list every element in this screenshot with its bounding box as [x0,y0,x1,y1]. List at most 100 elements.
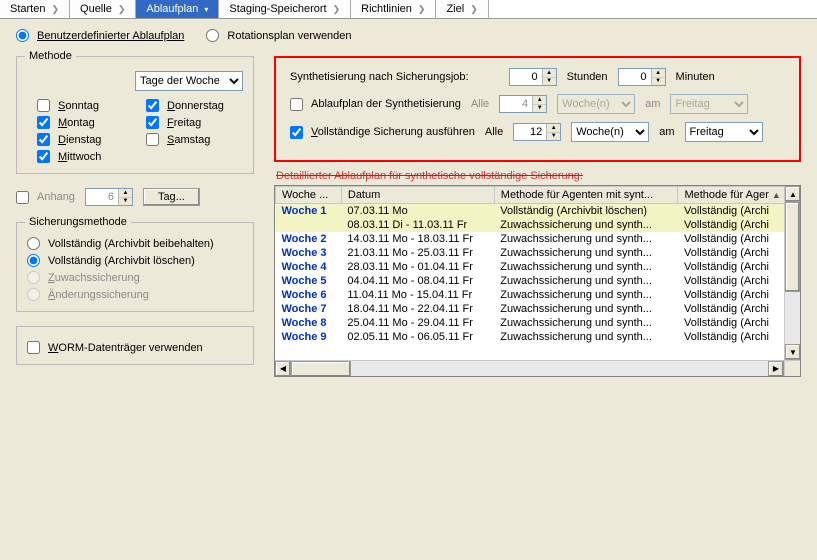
radio-full-delete[interactable]: Vollständig (Archivbit löschen) [27,254,243,267]
am-label: am [659,126,674,138]
tag-button[interactable]: Tag... [143,188,200,206]
spin-down-icon[interactable]: ▼ [543,78,556,86]
wizard-tabs: Starten ❯ Quelle❯ Ablaufplan▾ Staging-Spe… [0,0,817,19]
hours-spinner[interactable]: ▲▼ [509,68,557,86]
table-row[interactable]: Woche 825.04.11 Mo - 29.04.11 FrZuwachss… [276,316,800,330]
check-donnerstag[interactable]: Donnerstag [146,99,243,112]
full-num-input[interactable] [514,124,546,140]
scroll-down-icon[interactable]: ▼ [785,344,801,360]
radio-label: Vollständig (Archivbit löschen) [48,255,195,267]
cell-week [276,218,342,232]
radio-custom-input[interactable] [16,29,29,42]
cell-date: 28.03.11 Mo - 01.04.11 Fr [341,260,494,274]
check-synth-plan[interactable]: Ablaufplan der Synthetisierung [290,98,461,111]
tab-label: Starten [10,3,45,15]
chevron-right-icon: ❯ [470,4,478,15]
minutes-label: Minuten [676,71,715,83]
day-label: ienstag [66,134,101,146]
vertical-scrollbar[interactable]: ▲ ▼ [784,186,800,360]
hours-label: Stunden [567,71,608,83]
chevron-right-icon: ❯ [118,4,126,15]
spin-down-icon[interactable]: ▼ [119,198,132,206]
table-row[interactable]: Woche 214.03.11 Mo - 18.03.11 FrZuwachss… [276,232,800,246]
check-freitag[interactable]: Freitag [146,116,243,129]
cell-week: Woche 8 [276,316,342,330]
full-unit-select[interactable]: Woche(n) [571,122,649,142]
check-mittwoch[interactable]: Mittwoch [37,150,134,163]
anhang-label: Anhang [37,191,75,203]
cell-date: 02.05.11 Mo - 06.05.11 Fr [341,330,494,344]
plan-day-select: Freitag [670,94,748,114]
horizontal-scrollbar[interactable]: ◀ ▶ [275,360,784,376]
check-sonntag[interactable]: Sonntag [37,99,134,112]
cell-week: Woche 1 [276,204,342,219]
col-method-agent[interactable]: Methode für Ager▲ [678,187,800,204]
cell-method-synth: Vollständig (Archivbit löschen) [494,204,678,219]
radio-custom-schedule[interactable]: Benutzerdefinierter Ablaufplan [16,29,184,42]
col-date[interactable]: Datum [341,187,494,204]
scroll-thumb[interactable] [291,361,351,377]
scroll-left-icon[interactable]: ◀ [275,361,291,377]
spin-down-icon[interactable]: ▼ [547,133,560,141]
method-dropdown[interactable]: Tage der Woche [135,71,243,91]
cell-method-synth: Zuwachssicherung und synth... [494,288,678,302]
tab-staging[interactable]: Staging-Speicherort❯ [219,0,351,18]
check-dienstag[interactable]: Dienstag [37,133,134,146]
radio-rotation-input[interactable] [206,29,219,42]
col-week[interactable]: Woche ... [276,187,342,204]
check-anhang[interactable]: Anhang [16,191,75,204]
cell-date: 21.03.11 Mo - 25.03.11 Fr [341,246,494,260]
tab-ziel[interactable]: Ziel ❯ [436,0,488,18]
table-row[interactable]: Woche 611.04.11 Mo - 15.04.11 FrZuwachss… [276,288,800,302]
synth-highlight-box: Synthetisierung nach Sicherungsjob: ▲▼ S… [274,56,801,162]
table-row[interactable]: Woche 321.03.11 Mo - 25.03.11 FrZuwachss… [276,246,800,260]
col-method-synth[interactable]: Methode für Agenten mit synt... [494,187,678,204]
full-num-spinner[interactable]: ▲▼ [513,123,561,141]
synth-after-job-label: Synthetisierung nach Sicherungsjob: [290,71,469,83]
table-row[interactable]: Woche 902.05.11 Mo - 06.05.11 FrZuwachss… [276,330,800,344]
table-row[interactable]: Woche 107.03.11 MoVollständig (Archivbit… [276,204,800,219]
cell-week: Woche 9 [276,330,342,344]
chevron-right-icon: ❯ [51,4,59,15]
tab-quelle[interactable]: Quelle❯ [70,0,136,18]
table-row[interactable]: Woche 428.03.11 Mo - 01.04.11 FrZuwachss… [276,260,800,274]
cell-method-agent: Vollständig (Archi [678,218,800,232]
full-day-select[interactable]: Freitag [685,122,763,142]
hours-input[interactable] [510,69,542,85]
spin-down-icon[interactable]: ▼ [652,78,665,86]
scroll-up-icon[interactable]: ▲ [785,186,801,202]
alle-label: Alle [485,126,503,138]
chevron-right-icon: ❯ [418,4,426,15]
radio-rotation-plan[interactable]: Rotationsplan verwenden [206,29,351,42]
spin-up-icon[interactable]: ▲ [119,189,132,198]
radio-full-keep[interactable]: Vollständig (Archivbit beibehalten) [27,237,243,250]
check-full-backup[interactable]: Vollständige Sicherung ausführen [290,126,475,139]
spin-up-icon[interactable]: ▲ [652,69,665,78]
check-worm[interactable]: WORM-Datenträger verwenden [27,341,243,354]
radio-differential: Änderungssicherung [27,288,243,301]
anhang-spinner[interactable]: ▲▼ [85,188,133,206]
scroll-thumb[interactable] [785,202,800,292]
table-row[interactable]: 08.03.11 Di - 11.03.11 FrZuwachssicherun… [276,218,800,232]
minutes-spinner[interactable]: ▲▼ [618,68,666,86]
check-samstag[interactable]: Samstag [146,133,243,146]
table-row[interactable]: Woche 504.04.11 Mo - 08.04.11 FrZuwachss… [276,274,800,288]
scroll-right-icon[interactable]: ▶ [768,361,784,377]
anhang-value [86,189,118,205]
sort-up-icon: ▲ [772,190,781,200]
cell-week: Woche 3 [276,246,342,260]
tab-richtlinien[interactable]: Richtlinien❯ [351,0,436,18]
day-label: onnerstag [175,100,224,112]
tab-ablaufplan[interactable]: Ablaufplan▾ [136,0,219,18]
cell-method-agent: Vollständig (Archi [678,274,800,288]
spin-up-icon[interactable]: ▲ [547,124,560,133]
spin-up-icon[interactable]: ▲ [543,69,556,78]
table-row[interactable]: Woche 718.04.11 Mo - 22.04.11 FrZuwachss… [276,302,800,316]
spin-down-icon: ▼ [533,105,546,113]
tab-label: Ziel [446,3,464,15]
tab-starten[interactable]: Starten ❯ [0,0,70,18]
check-montag[interactable]: Montag [37,116,134,129]
table-body: Woche 107.03.11 MoVollständig (Archivbit… [276,204,800,345]
minutes-input[interactable] [619,69,651,85]
plan-num-spinner: ▲▼ [499,95,547,113]
